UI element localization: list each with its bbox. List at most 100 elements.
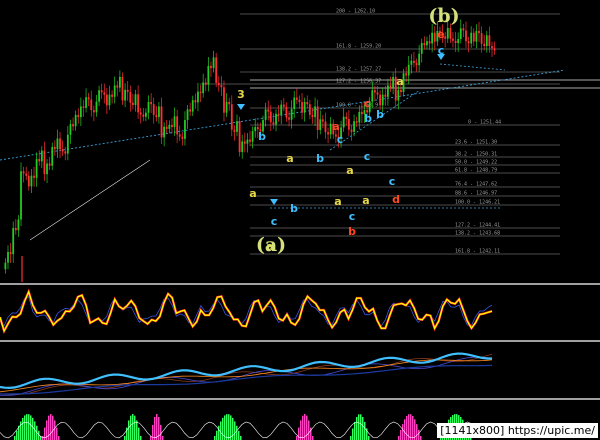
fib-label: 88.6 - 1246.97: [455, 191, 497, 197]
wave-degree-label: (b): [428, 5, 459, 27]
histogram-bar: [420, 436, 422, 440]
candle-body: [280, 104, 283, 116]
candle-body: [475, 30, 478, 42]
candle-body: [407, 64, 410, 76]
fib-label: 76.4 - 1247.62: [455, 182, 497, 188]
histogram-bar: [160, 425, 162, 440]
wave-label: b: [290, 202, 298, 215]
histogram-bar: [218, 425, 220, 440]
fib-label: 38.2 - 1250.31: [455, 152, 497, 158]
fib-label: 50.0 - 1249.22: [455, 160, 497, 166]
candle-body: [400, 89, 402, 93]
fib-label: 161.8 - 1259.20: [336, 44, 381, 50]
wave-label: a: [249, 187, 256, 200]
candle-body: [355, 121, 358, 123]
histogram-bar: [400, 429, 402, 440]
wave-label: b: [364, 112, 372, 125]
histogram-bar: [362, 416, 364, 440]
candle-body: [126, 89, 129, 93]
histogram-bar: [364, 421, 366, 440]
fib-label: 23.6 - 1251.30: [455, 140, 497, 146]
candle-body: [61, 149, 64, 152]
candle-body: [92, 110, 95, 113]
candle-body: [269, 111, 272, 123]
fib-label: 61.8 - 1248.79: [455, 168, 497, 174]
candle-body: [321, 119, 324, 122]
histogram-bar: [152, 425, 154, 440]
histogram-bar: [418, 429, 420, 440]
candle-body: [27, 175, 30, 187]
candle-body: [314, 106, 316, 118]
histogram-bar: [416, 424, 418, 440]
histogram-bar: [354, 421, 356, 440]
candle-body: [129, 92, 132, 103]
histogram-bar: [222, 417, 224, 440]
candle-body: [415, 62, 418, 66]
candle-body: [137, 94, 140, 113]
wave-label: a: [334, 195, 341, 208]
candle-body: [446, 27, 449, 39]
candle-body: [105, 94, 108, 106]
candle-body: [147, 102, 150, 113]
candle-body: [168, 124, 171, 129]
wave-label: b: [348, 225, 356, 238]
histogram-bar: [140, 436, 142, 440]
fib-label: 127.2 - 1244.41: [455, 223, 500, 229]
candle-body: [17, 219, 20, 231]
candle-body: [121, 76, 124, 101]
histogram-bar: [216, 430, 218, 440]
candle-body: [9, 251, 12, 255]
candle-body: [433, 32, 436, 42]
candle-body: [40, 150, 43, 162]
candle-body: [350, 129, 353, 132]
histogram-bar: [54, 420, 56, 440]
histogram-bar: [412, 415, 414, 440]
histogram-bar: [124, 436, 126, 440]
wave-label: d: [392, 193, 400, 206]
candle-body: [134, 94, 137, 105]
candle-body: [113, 85, 116, 97]
candle-body: [197, 91, 199, 103]
candle-body: [46, 163, 48, 175]
candle-body: [488, 35, 491, 46]
fib-label: 200 - 1262.10: [336, 9, 375, 15]
candle-body: [358, 111, 361, 123]
candle-body: [418, 53, 421, 66]
candle-body: [256, 127, 259, 130]
candle-body: [165, 126, 168, 129]
wave-label: a: [332, 120, 339, 133]
candle-body: [155, 114, 158, 118]
histogram-bar: [220, 421, 222, 440]
wave-label: c: [349, 210, 356, 223]
candle-body: [72, 124, 74, 127]
candle-body: [142, 114, 145, 117]
candle-body: [33, 175, 35, 178]
histogram-bar: [402, 424, 404, 440]
histogram-bar: [134, 415, 136, 440]
fib-label: 138.2 - 1257.27: [336, 67, 381, 73]
histogram-bar: [32, 417, 34, 440]
candle-body: [267, 109, 270, 112]
candle-body: [462, 28, 465, 31]
candle-body: [282, 104, 285, 107]
candle-body: [472, 32, 475, 42]
candle-body: [285, 106, 288, 118]
candle-body: [64, 151, 67, 154]
histogram-bar: [410, 414, 412, 440]
histogram-bar: [132, 414, 134, 440]
candle-body: [51, 146, 54, 166]
candle-body: [374, 90, 376, 93]
candle-body: [181, 136, 184, 139]
wave-label: 3: [237, 88, 245, 101]
candle-body: [207, 65, 210, 85]
candle-body: [353, 121, 355, 132]
histogram-bar: [28, 414, 30, 440]
candle-body: [56, 138, 59, 150]
histogram-bar: [14, 436, 16, 440]
candle-body: [163, 126, 166, 138]
histogram-bar: [296, 436, 298, 440]
candle-body: [228, 102, 231, 105]
candle-body: [306, 102, 309, 105]
wave-label: b: [258, 130, 266, 143]
candle-body: [158, 106, 160, 118]
